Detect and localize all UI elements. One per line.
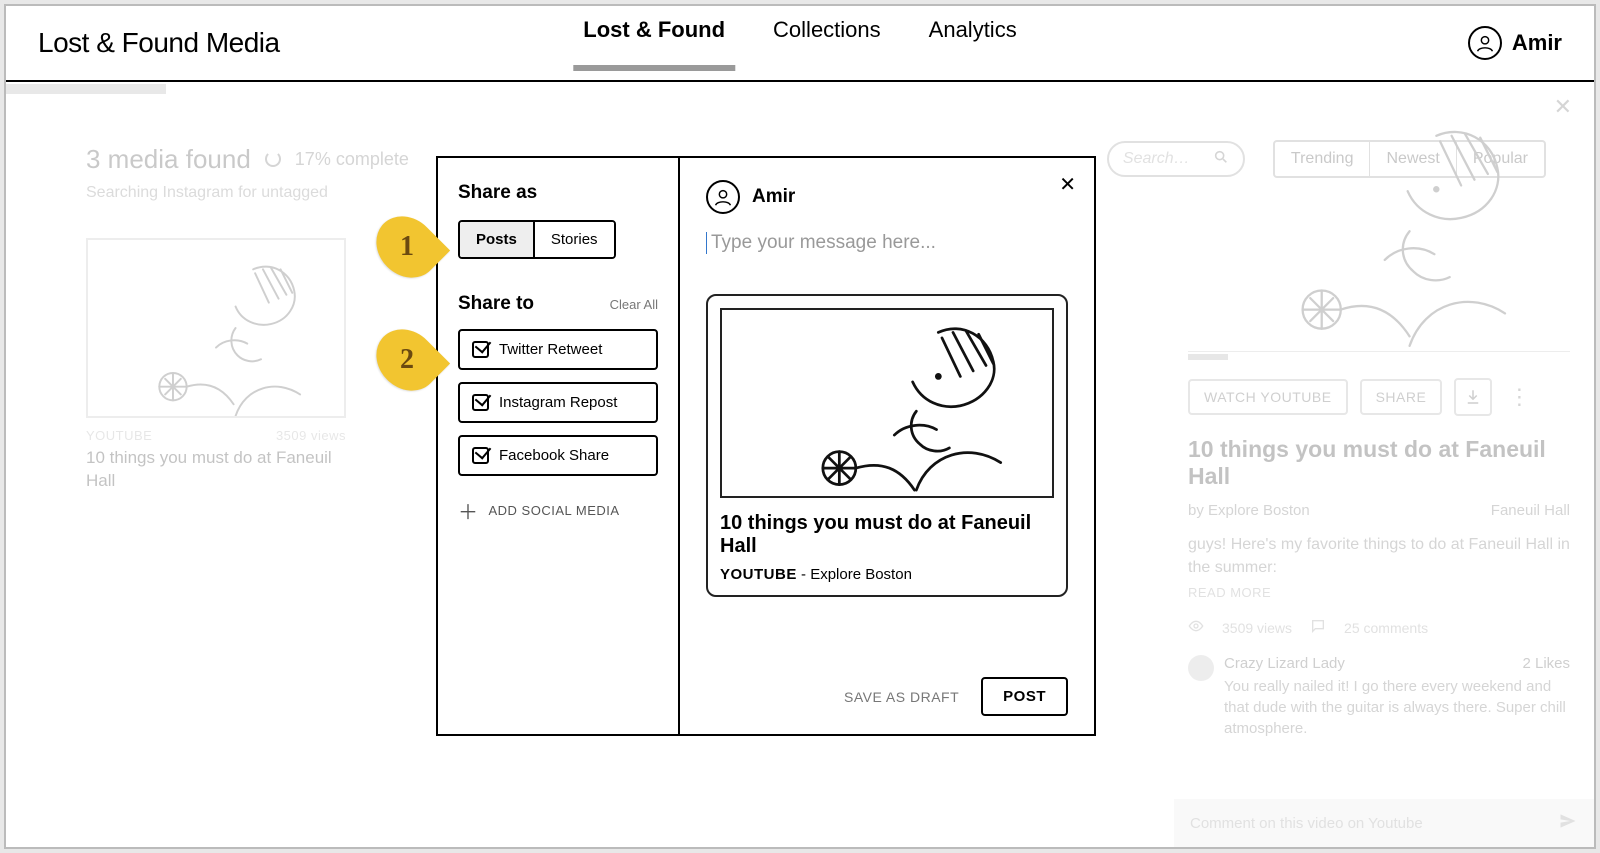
- link-preview-card: 10 things you must do at Faneuil Hall YO…: [706, 294, 1068, 597]
- avatar-icon: [1468, 26, 1502, 60]
- nav-analytics[interactable]: Analytics: [929, 17, 1017, 69]
- card-title: 10 things you must do at Faneuil Hall: [86, 447, 346, 493]
- composer-user: Amir: [752, 186, 795, 208]
- preview-title: 10 things you must do at Faneuil Hall: [720, 512, 1054, 558]
- channel-label: Instagram Repost: [499, 394, 617, 411]
- comment-body: You really nailed it! I go there every w…: [1224, 676, 1570, 739]
- share-left-pane: Share as Posts Stories Share to Clear Al…: [438, 158, 680, 734]
- detail-title: 10 things you must do at Faneuil Hall: [1188, 436, 1570, 490]
- channel-facebook[interactable]: Facebook Share: [458, 435, 658, 476]
- commenter-avatar-icon: [1188, 655, 1214, 681]
- user-menu[interactable]: Amir: [1468, 26, 1562, 60]
- save-draft-button[interactable]: SAVE AS DRAFT: [844, 689, 959, 705]
- detail-byline: by Explore Boston: [1188, 502, 1310, 519]
- share-as-heading: Share as: [458, 182, 658, 204]
- share-modal: Share as Posts Stories Share to Clear Al…: [436, 156, 1096, 736]
- clear-all-link[interactable]: Clear All: [610, 297, 658, 312]
- detail-panel: ✕ WATCH YOUTUBE SHARE: [1174, 84, 1594, 847]
- filter-popular[interactable]: Popular: [1457, 142, 1544, 176]
- close-icon[interactable]: ✕: [1059, 172, 1076, 197]
- comment-likes: 2 Likes: [1522, 655, 1570, 672]
- results-count: 3 media found: [86, 144, 251, 175]
- app-frame: Lost & Found Media Lost & Found Collecti…: [4, 4, 1596, 849]
- share-to-heading: Share to: [458, 293, 534, 315]
- preview-subline: YOUTUBE - Explore Boston: [720, 566, 1054, 583]
- stat-comments: 25 comments: [1344, 620, 1428, 636]
- checkbox-icon: [472, 394, 489, 411]
- add-social-button[interactable]: ＋ ADD SOCIAL MEDIA: [458, 496, 658, 525]
- brand-title: Lost & Found Media: [38, 27, 280, 59]
- stat-views: 3509 views: [1222, 620, 1292, 636]
- search-icon: [1213, 149, 1229, 170]
- comment-item: Crazy Lizard Lady 2 Likes You really nai…: [1188, 655, 1570, 739]
- close-icon[interactable]: ✕: [1554, 94, 1572, 120]
- share-as-posts[interactable]: Posts: [460, 222, 535, 257]
- checkbox-icon: [472, 447, 489, 464]
- share-as-stories[interactable]: Stories: [535, 222, 614, 257]
- channel-list: Twitter Retweet Instagram Repost Faceboo…: [458, 329, 658, 476]
- avatar-icon: [706, 180, 740, 214]
- media-thumbnail: [86, 238, 346, 418]
- text-caret-icon: [706, 232, 707, 254]
- send-icon[interactable]: [1558, 811, 1578, 835]
- preview-image: [720, 308, 1054, 498]
- message-placeholder: Type your message here...: [711, 232, 936, 254]
- channel-label: Twitter Retweet: [499, 341, 602, 358]
- media-card[interactable]: YOUTUBE 3509 views 10 things you must do…: [86, 238, 346, 493]
- spinner-icon: [265, 151, 281, 167]
- share-as-segmented: Posts Stories: [458, 220, 616, 259]
- checkbox-icon: [472, 341, 489, 358]
- watch-youtube-button[interactable]: WATCH YOUTUBE: [1188, 379, 1348, 415]
- share-right-pane: ✕ Amir Type your message here...: [680, 158, 1094, 734]
- progress-label: 17% complete: [295, 149, 409, 170]
- download-icon[interactable]: [1454, 378, 1492, 416]
- card-views: 3509 views: [276, 428, 346, 443]
- card-source: YOUTUBE: [86, 428, 152, 443]
- channel-instagram[interactable]: Instagram Repost: [458, 382, 658, 423]
- post-button[interactable]: POST: [981, 677, 1068, 716]
- detail-description: guys! Here's my favorite things to do at…: [1188, 533, 1570, 579]
- comment-input[interactable]: Comment on this video on Youtube: [1174, 799, 1594, 847]
- filter-trending[interactable]: Trending: [1275, 142, 1371, 176]
- channel-label: Facebook Share: [499, 447, 609, 464]
- plus-icon: ＋: [458, 496, 479, 525]
- channel-twitter[interactable]: Twitter Retweet: [458, 329, 658, 370]
- detail-location: Faneuil Hall: [1491, 502, 1570, 519]
- share-button[interactable]: SHARE: [1360, 379, 1443, 415]
- search-input[interactable]: Search…: [1107, 141, 1245, 177]
- app-header: Lost & Found Media Lost & Found Collecti…: [6, 6, 1594, 82]
- detail-hero-image: [1188, 102, 1570, 352]
- primary-nav: Lost & Found Collections Analytics: [583, 17, 1016, 69]
- nav-lost-and-found[interactable]: Lost & Found: [583, 17, 725, 69]
- sort-filter[interactable]: Trending Newest Popular: [1273, 140, 1546, 178]
- read-more-link[interactable]: READ MORE: [1188, 585, 1570, 600]
- nav-collections[interactable]: Collections: [773, 17, 881, 69]
- comment-icon: [1310, 618, 1326, 637]
- eye-icon: [1188, 618, 1204, 637]
- comment-placeholder: Comment on this video on Youtube: [1190, 815, 1423, 832]
- user-name-label: Amir: [1512, 30, 1562, 56]
- filter-newest[interactable]: Newest: [1370, 142, 1456, 176]
- message-input[interactable]: Type your message here...: [706, 232, 1068, 254]
- search-placeholder: Search…: [1123, 150, 1190, 168]
- comment-author: Crazy Lizard Lady: [1224, 655, 1345, 672]
- more-icon[interactable]: ⋮: [1508, 384, 1530, 410]
